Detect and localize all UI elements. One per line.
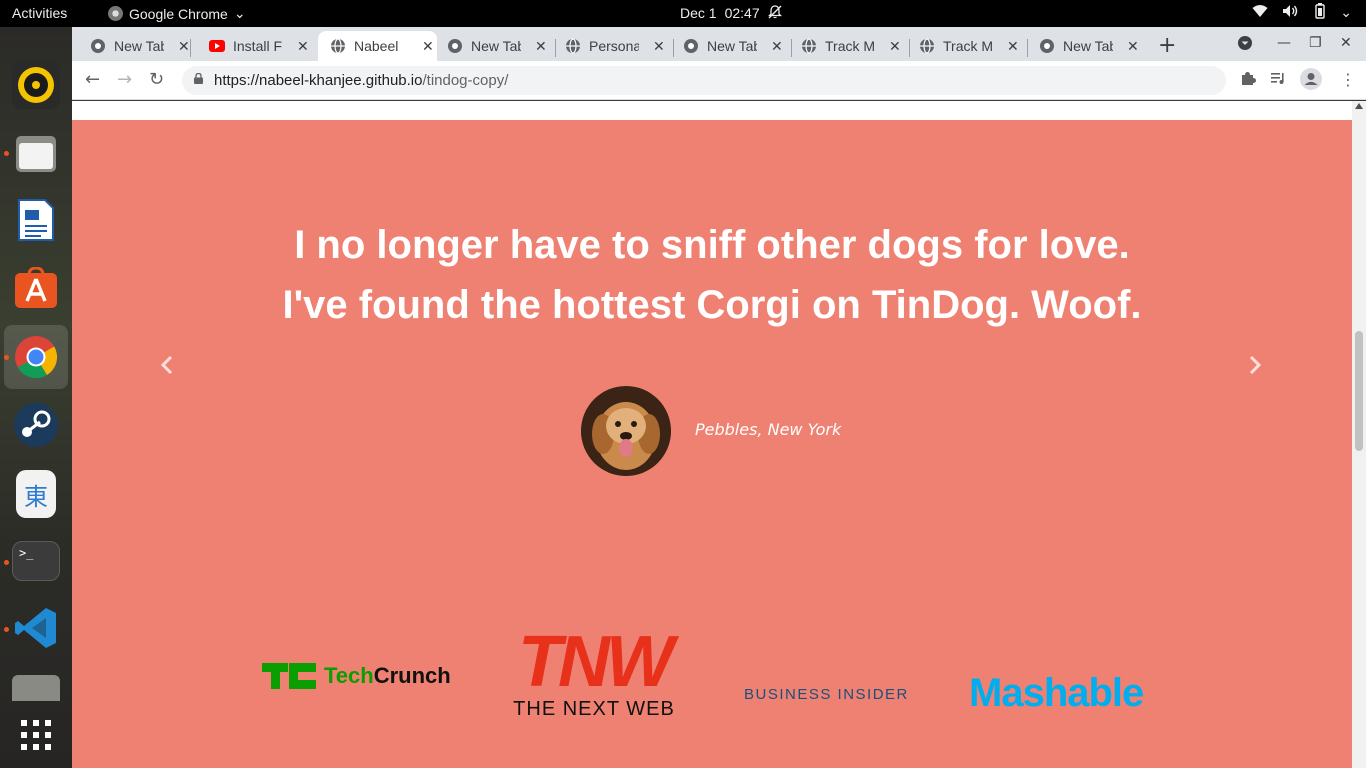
globe-favicon-icon — [566, 38, 580, 54]
rhythmbox-icon[interactable] — [12, 61, 60, 109]
tab-new-tab-1[interactable]: New Tab ✕ — [72, 31, 190, 61]
volume-icon — [1282, 4, 1300, 21]
tab-new-tab-3[interactable]: New Tab ✕ — [665, 31, 783, 61]
vscode-icon[interactable] — [12, 604, 60, 652]
chrome-favicon-icon — [684, 39, 698, 53]
menu-kebab-icon[interactable]: ⋮ — [1340, 70, 1356, 89]
clock-time: 02:47 — [724, 5, 760, 21]
chrome-icon[interactable] — [12, 333, 60, 381]
running-indicator — [4, 627, 9, 632]
close-tab-icon[interactable]: ✕ — [1007, 38, 1019, 55]
business-insider-logo: BUSINESS INSIDER — [744, 686, 909, 703]
app-menu[interactable]: Google Chrome ⌄ — [108, 5, 246, 22]
tab-track-2[interactable]: Track M ✕ — [901, 31, 1019, 61]
globe-favicon-icon — [802, 38, 816, 54]
techcrunch-logo: TechCrunch — [262, 663, 451, 689]
close-tab-icon[interactable]: ✕ — [535, 38, 547, 55]
close-tab-icon[interactable]: ✕ — [178, 38, 190, 55]
tnw-wordmark: TNW — [518, 622, 674, 702]
close-tab-icon[interactable]: ✕ — [297, 38, 309, 55]
close-tab-icon[interactable]: ✕ — [653, 38, 665, 55]
lock-icon — [194, 73, 203, 84]
app-menu-label: Google Chrome — [129, 5, 228, 22]
url-path: /tindog-copy/ — [422, 72, 509, 89]
tab-search-icon[interactable] — [1237, 35, 1253, 55]
extensions-icon[interactable] — [1240, 70, 1256, 90]
tab-nabeel[interactable]: Nabeel ✕ — [318, 31, 437, 61]
browser-toolbar: ← → ↻ https://nabeel-khanjee.github.io/t… — [72, 61, 1366, 100]
reload-button[interactable]: ↻ — [149, 69, 164, 90]
minimize-button[interactable]: — — [1277, 35, 1291, 51]
tab-personal[interactable]: Personal ✕ — [547, 31, 665, 61]
url-text: https://nabeel-khanjee.github.io/tindog-… — [214, 72, 508, 89]
dock: 東 >_ — [0, 27, 72, 768]
tab-new-tab-4[interactable]: New Tab ✕ — [1021, 31, 1139, 61]
notification-bell-icon — [767, 5, 782, 22]
techcrunch-mark-icon — [262, 663, 316, 689]
quote-line-1: I no longer have to sniff other dogs for… — [294, 223, 1130, 267]
tab-strip: New Tab ✕ Install F ✕ Nabeel ✕ New Tab ✕… — [72, 27, 1366, 61]
mashable-logo: Mashable — [969, 671, 1144, 715]
running-indicator — [4, 560, 9, 565]
tab-new-tab-2[interactable]: New Tab ✕ — [429, 31, 547, 61]
testimonial-quote: I no longer have to sniff other dogs for… — [72, 215, 1352, 335]
close-window-button[interactable]: ✕ — [1340, 35, 1352, 51]
scroll-up-arrow-icon[interactable] — [1355, 103, 1363, 109]
carousel-prev-icon[interactable] — [160, 352, 174, 382]
mozc-icon[interactable]: 東 — [16, 470, 56, 518]
tnw-tagline: THE NEXT WEB — [513, 698, 675, 720]
maximize-button[interactable]: ❐ — [1309, 35, 1322, 51]
url-host: https://nabeel-khanjee.github.io — [214, 72, 423, 89]
activities-button[interactable]: Activities — [12, 5, 67, 21]
close-tab-icon[interactable]: ✕ — [1127, 38, 1139, 55]
forward-button[interactable]: → — [117, 69, 132, 90]
tnw-logo: TNW THE NEXT WEB — [498, 622, 690, 721]
dog-avatar — [581, 386, 671, 476]
youtube-favicon-icon — [209, 40, 225, 52]
new-tab-button[interactable]: + — [1158, 33, 1176, 58]
media-control-icon[interactable] — [1270, 70, 1286, 90]
writer-icon[interactable] — [12, 196, 60, 244]
quote-line-2: I've found the hottest Corgi on TinDog. … — [282, 283, 1142, 327]
back-button[interactable]: ← — [85, 69, 100, 90]
close-tab-icon[interactable]: ✕ — [771, 38, 783, 55]
clock[interactable]: Dec 1 02:47 — [680, 5, 782, 22]
files-icon[interactable] — [12, 129, 60, 177]
wifi-icon — [1252, 4, 1268, 21]
profile-avatar-icon[interactable] — [1300, 68, 1322, 94]
testimonial-section: I no longer have to sniff other dogs for… — [72, 120, 1352, 768]
clock-date: Dec 1 — [680, 5, 717, 21]
system-tray[interactable]: ⌄ — [1252, 3, 1352, 22]
globe-favicon-icon — [331, 38, 345, 54]
app-grid-icon[interactable] — [12, 711, 60, 759]
steam-icon[interactable] — [12, 401, 60, 449]
globe-favicon-icon — [920, 38, 934, 54]
archive-icon[interactable] — [12, 675, 60, 701]
address-bar[interactable]: https://nabeel-khanjee.github.io/tindog-… — [182, 66, 1226, 95]
chevron-down-icon: ⌄ — [1340, 4, 1352, 20]
chrome-favicon-icon — [91, 39, 105, 53]
techcrunch-wordmark: TechCrunch — [324, 663, 451, 688]
top-bar: Activities Google Chrome ⌄ Dec 1 02:47 ⌄ — [0, 0, 1366, 27]
chevron-down-icon: ⌄ — [233, 5, 246, 21]
battery-icon — [1314, 3, 1326, 22]
software-icon[interactable] — [12, 264, 60, 312]
chrome-favicon-icon — [448, 39, 462, 53]
close-tab-icon[interactable]: ✕ — [889, 38, 901, 55]
running-indicator — [4, 355, 9, 360]
tab-install[interactable]: Install F ✕ — [191, 31, 309, 61]
chrome-icon — [108, 6, 123, 21]
running-indicator — [4, 151, 9, 156]
terminal-icon[interactable]: >_ — [12, 541, 60, 581]
carousel-next-icon[interactable] — [1248, 352, 1262, 382]
page-viewport: I no longer have to sniff other dogs for… — [72, 101, 1352, 768]
scrollbar-thumb[interactable] — [1355, 331, 1363, 451]
page-scrollbar[interactable] — [1352, 101, 1366, 768]
chrome-favicon-icon — [1040, 39, 1054, 53]
testimonial-author: Pebbles, New York — [695, 420, 842, 439]
tab-track-1[interactable]: Track M ✕ — [783, 31, 901, 61]
